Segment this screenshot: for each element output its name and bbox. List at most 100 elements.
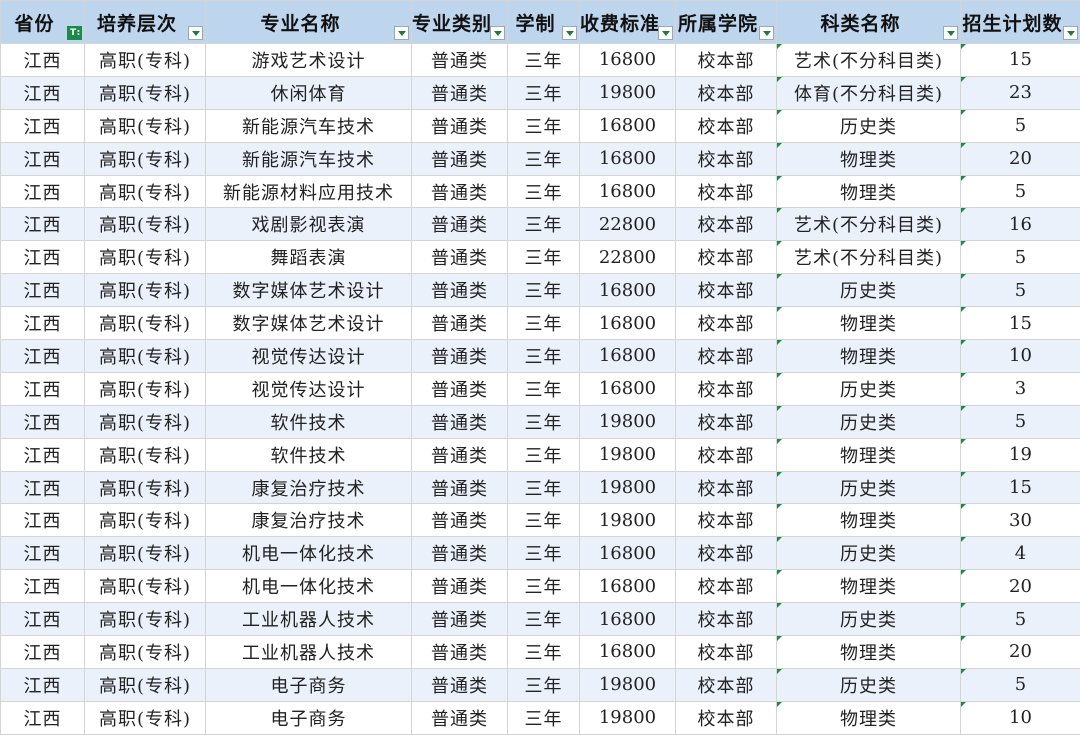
category-cell[interactable]: 普通类 bbox=[412, 109, 508, 142]
major-cell[interactable]: 数字媒体艺术设计 bbox=[206, 307, 412, 340]
major-cell[interactable]: 新能源材料应用技术 bbox=[206, 175, 412, 208]
college-cell[interactable]: 校本部 bbox=[676, 241, 777, 274]
fee-cell[interactable]: 16800 bbox=[580, 307, 676, 340]
level-cell[interactable]: 高职(专科) bbox=[85, 142, 206, 175]
filter-dropdown-icon[interactable] bbox=[943, 26, 958, 40]
subject-type-cell[interactable]: 物理类 bbox=[777, 175, 961, 208]
province-cell[interactable]: 江西 bbox=[1, 208, 85, 241]
category-cell[interactable]: 普通类 bbox=[412, 372, 508, 405]
filter-dropdown-icon[interactable] bbox=[1063, 26, 1078, 40]
province-cell[interactable]: 江西 bbox=[1, 109, 85, 142]
header-level[interactable]: 培养层次 bbox=[85, 1, 206, 44]
fee-cell[interactable]: 19800 bbox=[580, 405, 676, 438]
header-major[interactable]: 专业名称 bbox=[206, 1, 412, 44]
category-cell[interactable]: 普通类 bbox=[412, 142, 508, 175]
major-cell[interactable]: 康复治疗技术 bbox=[206, 471, 412, 504]
header-province[interactable]: 省份 bbox=[1, 1, 85, 44]
level-cell[interactable]: 高职(专科) bbox=[85, 208, 206, 241]
major-cell[interactable]: 新能源汽车技术 bbox=[206, 142, 412, 175]
level-cell[interactable]: 高职(专科) bbox=[85, 76, 206, 109]
duration-cell[interactable]: 三年 bbox=[508, 537, 580, 570]
plan-count-cell[interactable]: 20 bbox=[961, 636, 1080, 669]
fee-cell[interactable]: 19800 bbox=[580, 438, 676, 471]
college-cell[interactable]: 校本部 bbox=[676, 274, 777, 307]
plan-count-cell[interactable]: 20 bbox=[961, 142, 1080, 175]
plan-count-cell[interactable]: 23 bbox=[961, 76, 1080, 109]
level-cell[interactable]: 高职(专科) bbox=[85, 438, 206, 471]
category-cell[interactable]: 普通类 bbox=[412, 438, 508, 471]
header-duration[interactable]: 学制 bbox=[508, 1, 580, 44]
province-cell[interactable]: 江西 bbox=[1, 142, 85, 175]
province-cell[interactable]: 江西 bbox=[1, 438, 85, 471]
plan-count-cell[interactable]: 19 bbox=[961, 438, 1080, 471]
college-cell[interactable]: 校本部 bbox=[676, 142, 777, 175]
college-cell[interactable]: 校本部 bbox=[676, 405, 777, 438]
subject-type-cell[interactable]: 物理类 bbox=[777, 504, 961, 537]
category-cell[interactable]: 普通类 bbox=[412, 241, 508, 274]
plan-count-cell[interactable]: 5 bbox=[961, 274, 1080, 307]
fee-cell[interactable]: 16800 bbox=[580, 372, 676, 405]
subject-type-cell[interactable]: 历史类 bbox=[777, 405, 961, 438]
level-cell[interactable]: 高职(专科) bbox=[85, 307, 206, 340]
header-plan-count[interactable]: 招生计划数 bbox=[961, 1, 1080, 44]
province-cell[interactable]: 江西 bbox=[1, 175, 85, 208]
fee-cell[interactable]: 16800 bbox=[580, 537, 676, 570]
level-cell[interactable]: 高职(专科) bbox=[85, 274, 206, 307]
major-cell[interactable]: 软件技术 bbox=[206, 405, 412, 438]
college-cell[interactable]: 校本部 bbox=[676, 570, 777, 603]
plan-count-cell[interactable]: 16 bbox=[961, 208, 1080, 241]
subject-type-cell[interactable]: 历史类 bbox=[777, 274, 961, 307]
plan-count-cell[interactable]: 15 bbox=[961, 307, 1080, 340]
province-cell[interactable]: 江西 bbox=[1, 537, 85, 570]
subject-type-cell[interactable]: 物理类 bbox=[777, 570, 961, 603]
subject-type-cell[interactable]: 物理类 bbox=[777, 307, 961, 340]
level-cell[interactable]: 高职(专科) bbox=[85, 701, 206, 734]
major-cell[interactable]: 游戏艺术设计 bbox=[206, 44, 412, 77]
subject-type-cell[interactable]: 物理类 bbox=[777, 636, 961, 669]
plan-count-cell[interactable]: 5 bbox=[961, 109, 1080, 142]
duration-cell[interactable]: 三年 bbox=[508, 175, 580, 208]
fee-cell[interactable]: 22800 bbox=[580, 241, 676, 274]
fee-cell[interactable]: 16800 bbox=[580, 142, 676, 175]
plan-count-cell[interactable]: 5 bbox=[961, 668, 1080, 701]
college-cell[interactable]: 校本部 bbox=[676, 636, 777, 669]
college-cell[interactable]: 校本部 bbox=[676, 307, 777, 340]
category-cell[interactable]: 普通类 bbox=[412, 44, 508, 77]
subject-type-cell[interactable]: 物理类 bbox=[777, 701, 961, 734]
major-cell[interactable]: 机电一体化技术 bbox=[206, 570, 412, 603]
plan-count-cell[interactable]: 5 bbox=[961, 603, 1080, 636]
duration-cell[interactable]: 三年 bbox=[508, 701, 580, 734]
level-cell[interactable]: 高职(专科) bbox=[85, 504, 206, 537]
plan-count-cell[interactable]: 10 bbox=[961, 701, 1080, 734]
college-cell[interactable]: 校本部 bbox=[676, 438, 777, 471]
filter-dropdown-icon[interactable] bbox=[759, 26, 774, 40]
province-cell[interactable]: 江西 bbox=[1, 668, 85, 701]
level-cell[interactable]: 高职(专科) bbox=[85, 471, 206, 504]
province-cell[interactable]: 江西 bbox=[1, 76, 85, 109]
category-cell[interactable]: 普通类 bbox=[412, 175, 508, 208]
college-cell[interactable]: 校本部 bbox=[676, 701, 777, 734]
fee-cell[interactable]: 16800 bbox=[580, 109, 676, 142]
fee-cell[interactable]: 22800 bbox=[580, 208, 676, 241]
duration-cell[interactable]: 三年 bbox=[508, 372, 580, 405]
subject-type-cell[interactable]: 物理类 bbox=[777, 438, 961, 471]
duration-cell[interactable]: 三年 bbox=[508, 668, 580, 701]
duration-cell[interactable]: 三年 bbox=[508, 109, 580, 142]
province-cell[interactable]: 江西 bbox=[1, 603, 85, 636]
fee-cell[interactable]: 16800 bbox=[580, 570, 676, 603]
duration-cell[interactable]: 三年 bbox=[508, 76, 580, 109]
province-cell[interactable]: 江西 bbox=[1, 636, 85, 669]
category-cell[interactable]: 普通类 bbox=[412, 636, 508, 669]
major-cell[interactable]: 电子商务 bbox=[206, 701, 412, 734]
filter-dropdown-icon[interactable] bbox=[562, 26, 577, 40]
province-cell[interactable]: 江西 bbox=[1, 44, 85, 77]
college-cell[interactable]: 校本部 bbox=[676, 175, 777, 208]
level-cell[interactable]: 高职(专科) bbox=[85, 668, 206, 701]
college-cell[interactable]: 校本部 bbox=[676, 603, 777, 636]
college-cell[interactable]: 校本部 bbox=[676, 208, 777, 241]
province-cell[interactable]: 江西 bbox=[1, 471, 85, 504]
plan-count-cell[interactable]: 4 bbox=[961, 537, 1080, 570]
header-category[interactable]: 专业类别 bbox=[412, 1, 508, 44]
fee-cell[interactable]: 16800 bbox=[580, 636, 676, 669]
level-cell[interactable]: 高职(专科) bbox=[85, 603, 206, 636]
